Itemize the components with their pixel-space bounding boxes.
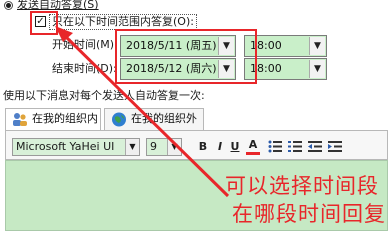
annotation-line-2: 在哪段时间回复 (232, 202, 386, 226)
annotation-line-1: 可以选择时间段 (225, 174, 379, 198)
